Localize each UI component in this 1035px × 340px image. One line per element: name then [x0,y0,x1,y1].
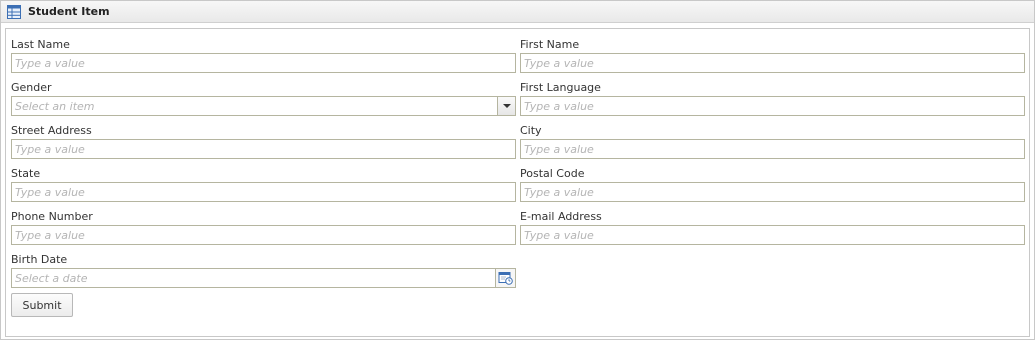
street-address-placeholder: Type a value [15,143,85,156]
phone-number-input[interactable]: Type a value [11,225,516,245]
submit-button[interactable]: Submit [11,293,73,317]
chevron-down-icon [503,104,511,108]
first-language-placeholder: Type a value [524,100,594,113]
student-item-panel: Student Item Last Name Type a value Firs… [0,0,1035,340]
city-placeholder: Type a value [524,143,594,156]
last-name-input[interactable]: Type a value [11,53,516,73]
postal-code-placeholder: Type a value [524,186,594,199]
state-input[interactable]: Type a value [11,182,516,202]
city-label: City [520,124,542,137]
birth-date-picker[interactable]: Select a date [11,268,516,288]
email-address-label: E-mail Address [520,210,602,223]
panel-title: Student Item [28,5,110,18]
street-address-input[interactable]: Type a value [11,139,516,159]
first-language-label: First Language [520,81,601,94]
postal-code-input[interactable]: Type a value [520,182,1025,202]
postal-code-label: Postal Code [520,167,585,180]
first-name-placeholder: Type a value [524,57,594,70]
phone-number-placeholder: Type a value [15,229,85,242]
table-grid-icon [7,5,21,19]
birth-date-calendar-button[interactable] [495,269,515,287]
birth-date-label: Birth Date [11,253,68,266]
calendar-icon [498,272,513,285]
email-address-placeholder: Type a value [524,229,594,242]
state-placeholder: Type a value [15,186,85,199]
first-language-input[interactable]: Type a value [520,96,1025,116]
birth-date-placeholder: Select a date [15,272,88,285]
last-name-placeholder: Type a value [15,57,85,70]
gender-select[interactable]: Select an item [11,96,516,116]
panel-header: Student Item [1,1,1034,23]
state-label: State [11,167,41,180]
first-name-label: First Name [520,38,580,51]
first-name-input[interactable]: Type a value [520,53,1025,73]
street-address-label: Street Address [11,124,92,137]
last-name-label: Last Name [11,38,70,51]
gender-dropdown-button[interactable] [497,97,515,115]
email-address-input[interactable]: Type a value [520,225,1025,245]
gender-placeholder: Select an item [15,100,95,113]
city-input[interactable]: Type a value [520,139,1025,159]
phone-number-label: Phone Number [11,210,93,223]
gender-label: Gender [11,81,52,94]
student-form: Last Name Type a value First Name Type a… [5,28,1030,337]
